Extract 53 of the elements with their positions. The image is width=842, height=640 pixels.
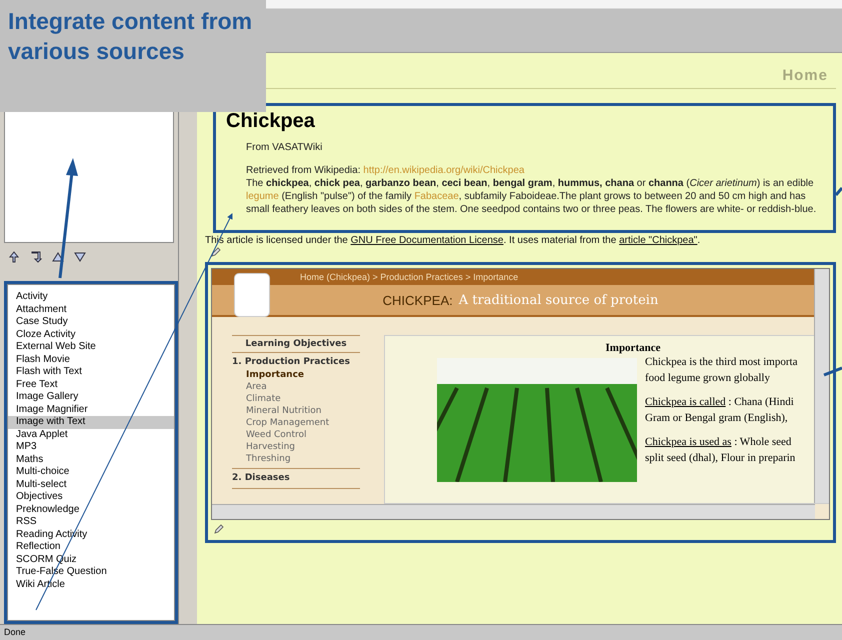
idevice-item[interactable]: Multi-choice [8,466,174,478]
idevice-item[interactable]: Image Gallery [8,391,174,404]
article-title: Chickpea [226,110,316,133]
idevice-item[interactable]: Cloze Activity [8,328,174,341]
idevice-item[interactable]: Preknowledge [8,504,174,516]
title-suffix: A traditional source of protein [458,292,658,308]
triangle-down-icon[interactable] [74,251,86,263]
title-prefix: CHICKPEA: [382,292,453,308]
idevice-item[interactable]: Image Magnifier [8,404,174,416]
nav-item[interactable]: Harvesting [232,441,360,453]
nav-item[interactable]: Crop Management [232,417,360,429]
idevice-item[interactable]: Multi-select [8,478,174,491]
content-paragraph: Chickpea is used as : Whole seed split seed (dhal), Flour in preparin [645,435,796,466]
content-paragraph: Chickpea is the third most importa food legume grown globally [645,355,798,386]
article-body: The chickpea, chick pea, garbanzo bean, ceci bean, bengal gram, hummus, chana or channa (Cicer arietinum) is an edible legume (English "pulse") of the family Fabaceae, subfamily Faboideae.The plant grows to between 20 and 50 cm high and has small feathery leaves on both sides of the stem. One seedpod contains two or three peas. The flowers are white- or reddish-blue. [246,177,817,216]
nav-item[interactable]: Climate [232,393,360,405]
idevice-item[interactable]: Reflection [8,541,174,554]
nav-item[interactable]: Importance [232,369,360,381]
content-paragraph: Chickpea is called : Chana (Hindi Gram or Bengal gram (English), [645,395,795,426]
idevice-item[interactable]: RSS [8,516,174,528]
nav-item[interactable]: Weed Control [232,429,360,441]
idevice-item[interactable]: Activity [8,291,174,304]
vertical-scrollbar[interactable] [814,269,829,503]
idevice-item[interactable]: Free Text [8,378,174,391]
link[interactable]: article "Chickpea" [619,235,698,246]
idevice-item[interactable]: Objectives [8,491,174,504]
nav-item[interactable]: Area [232,381,360,393]
nav-section[interactable]: 1. Production Practices [232,353,360,369]
pencil-icon[interactable] [211,247,221,257]
nav-item[interactable]: Threshing [232,453,360,465]
retrieved-label: Retrieved from Wikipedia: http://en.wikipedia.org/wiki/Chickpea [246,164,526,177]
idevice-item[interactable]: MP3 [8,441,174,454]
bent-arrow-icon[interactable] [30,251,42,263]
triangle-up-icon[interactable] [52,251,64,263]
idevice-item[interactable]: Java Applet [8,428,174,441]
horizontal-scrollbar[interactable] [212,504,815,519]
idevice-item[interactable]: Attachment [8,304,174,316]
idevice-item[interactable]: Image with Text [8,416,174,428]
content-heading: Importance [604,342,662,354]
link[interactable]: GNU Free Documentation License [350,235,504,246]
source-text: From VASATWiki [246,141,324,154]
idevice-item[interactable]: Maths [8,454,174,466]
idevice-item[interactable]: Case Study [8,316,174,328]
nav-header: Learning Objectives [232,335,360,353]
idevice-item[interactable]: External Web Site [8,341,174,354]
pencil-icon[interactable] [214,524,224,534]
idevice-item[interactable]: Flash with Text [8,366,174,378]
up-arrow-icon[interactable] [8,251,20,263]
idevice-item[interactable]: Flash Movie [8,354,174,366]
nav-item[interactable]: Mineral Nutrition [232,405,360,417]
callout-text: Integrate content from various sources [0,0,266,112]
nav-section[interactable]: 2. Diseases [232,469,360,485]
logo-placeholder [234,273,270,317]
